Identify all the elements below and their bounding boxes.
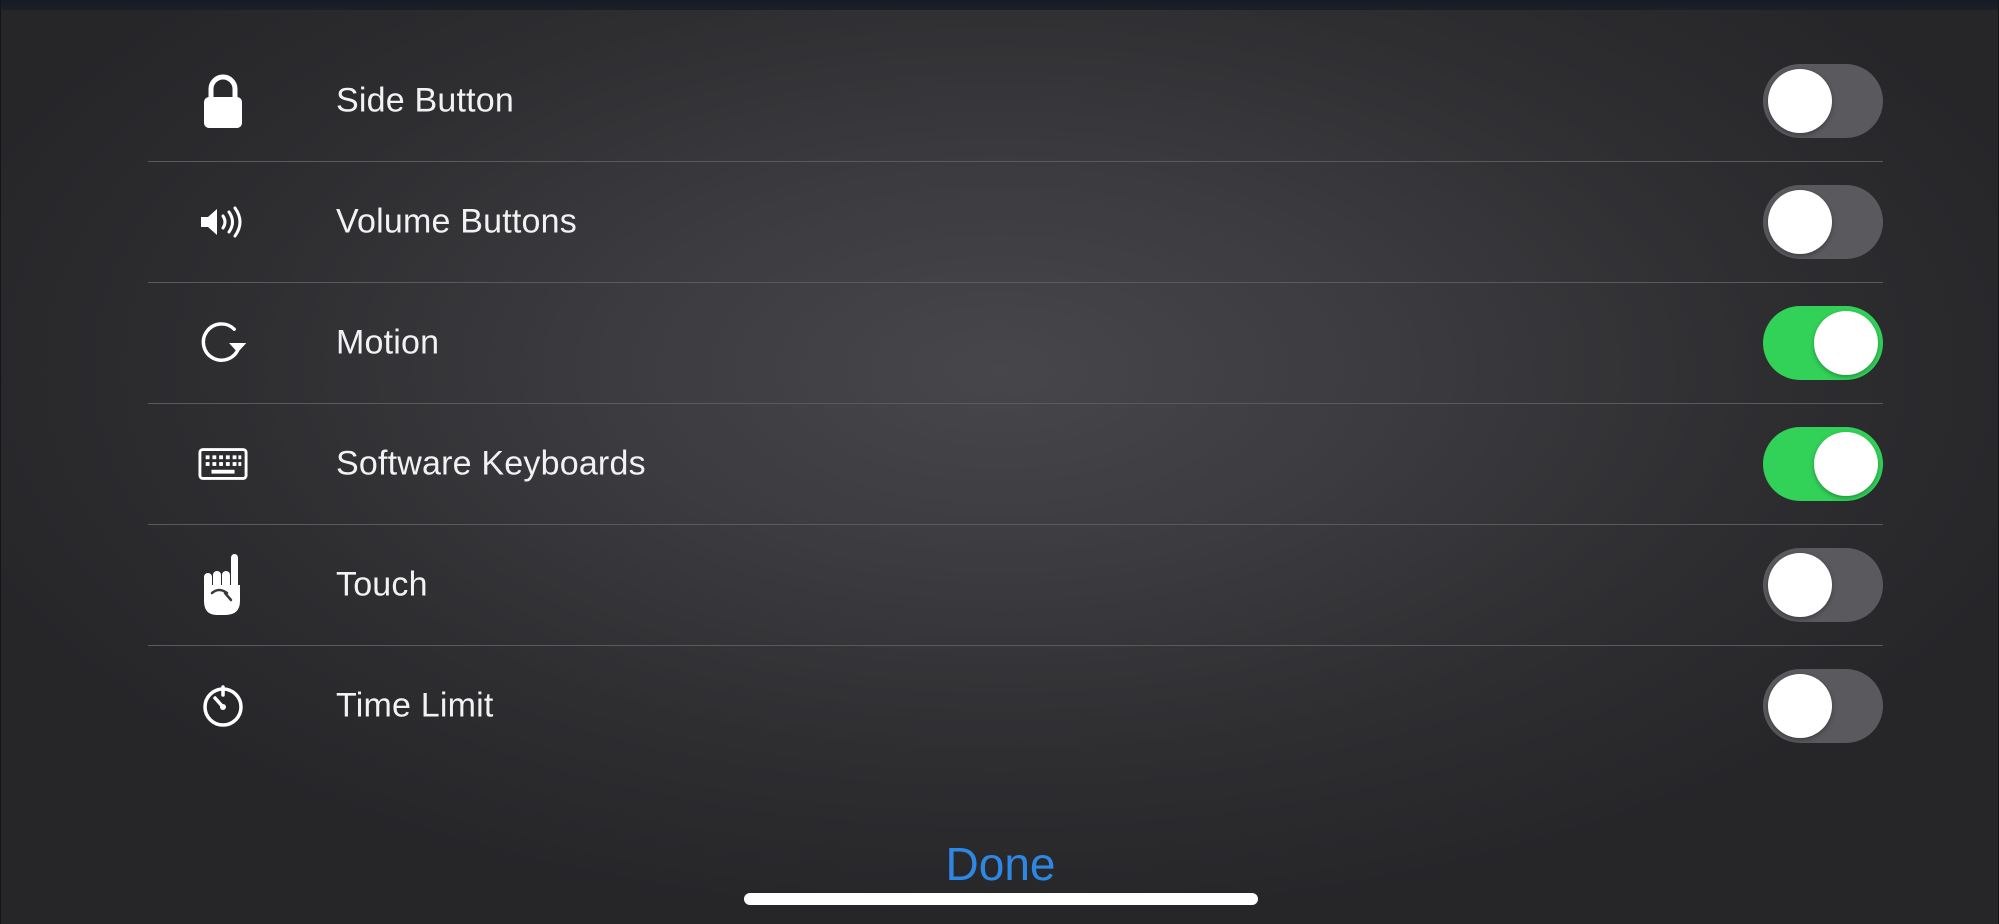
guided-access-options-screen: Side Button Volume Buttons Motion Softwa… [0,0,1999,924]
option-row-touch: Touch [148,524,1883,645]
software-keyboards-toggle[interactable] [1763,427,1883,501]
toggle-knob [1814,432,1878,496]
home-indicator[interactable] [744,893,1258,905]
option-label: Side Button [336,81,514,119]
option-row-side-button: Side Button [148,40,1883,161]
options-list: Side Button Volume Buttons Motion Softwa… [148,40,1883,766]
option-row-volume-buttons: Volume Buttons [148,161,1883,282]
toggle-knob [1768,190,1832,254]
motion-toggle[interactable] [1763,306,1883,380]
volume-buttons-toggle[interactable] [1763,185,1883,259]
done-button[interactable]: Done [1,837,1998,891]
option-row-software-keyboards: Software Keyboards [148,403,1883,524]
option-label: Motion [336,323,440,362]
toggle-knob [1768,68,1832,133]
toggle-knob [1768,674,1832,738]
option-label: Touch [336,565,428,604]
option-label: Software Keyboards [336,444,646,483]
option-label: Volume Buttons [336,202,577,241]
top-edge [1,0,1998,10]
toggle-knob [1814,311,1878,375]
touch-toggle[interactable] [1763,548,1883,622]
lock-icon [198,74,248,128]
time-limit-toggle[interactable] [1763,669,1883,743]
timer-icon [198,681,248,731]
speaker-icon [198,197,248,247]
hand-pointer-icon [198,554,248,615]
keyboard-icon [198,439,248,489]
option-row-motion: Motion [148,282,1883,403]
option-label: Time Limit [336,686,494,725]
option-row-time-limit: Time Limit [148,645,1883,766]
rotate-icon [198,318,248,368]
toggle-knob [1768,553,1832,617]
side-button-toggle[interactable] [1763,63,1883,138]
